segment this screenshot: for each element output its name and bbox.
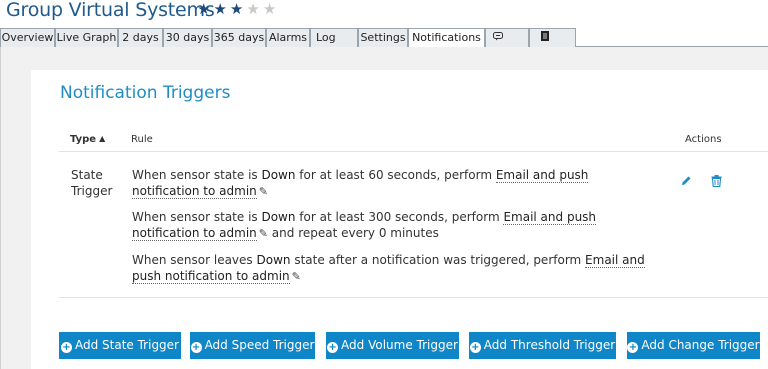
sort-ascending-icon: ▲ <box>99 134 106 143</box>
star-icon[interactable]: ★ <box>197 1 213 18</box>
column-header-type[interactable]: Type ▲ <box>70 134 105 145</box>
comment-icon <box>493 31 503 44</box>
edit-notification-icon[interactable]: ✎ <box>259 227 268 240</box>
star-icon[interactable]: ★ <box>246 1 262 18</box>
page-title: Group Virtual Systems <box>6 0 215 21</box>
trigger-rule: When sensor state is Down for at least 6… <box>132 167 652 200</box>
rule-state: Down <box>261 210 296 224</box>
star-icon[interactable]: ★ <box>213 1 229 18</box>
tab-bar: Overview Live Graph 2 days 30 days 365 d… <box>0 28 768 48</box>
history-icon <box>541 31 549 44</box>
tab-overview[interactable]: Overview <box>0 28 55 47</box>
rule-state: Down <box>261 168 296 182</box>
plus-circle-icon: + <box>327 342 339 353</box>
plus-circle-icon: + <box>60 342 72 353</box>
column-header-actions: Actions <box>685 134 722 145</box>
tab-settings[interactable]: Settings <box>358 28 408 47</box>
rule-text: and repeat every 0 minutes <box>267 226 439 240</box>
rule-text: state after a notification was triggered… <box>290 253 586 267</box>
rule-text: for at least 300 seconds, perform <box>295 210 504 224</box>
trigger-type-label: State <box>71 168 103 182</box>
trigger-rule: When sensor state is Down for at least 3… <box>132 209 652 242</box>
edit-trigger-icon[interactable] <box>681 174 692 189</box>
plus-circle-icon: + <box>190 342 202 353</box>
rule-state: Down <box>256 253 291 267</box>
star-icon[interactable]: ★ <box>263 1 279 18</box>
divider <box>59 297 768 298</box>
tab-365-days[interactable]: 365 days <box>212 28 266 47</box>
trigger-rule: When sensor leaves Down state after a no… <box>132 252 652 285</box>
panel-title: Notification Triggers <box>60 83 231 103</box>
tab-notifications[interactable]: Notifications <box>408 28 485 48</box>
button-label: Add Change Trigger <box>641 338 760 352</box>
button-label: Add Threshold Trigger <box>483 338 616 352</box>
rule-text: for at least 60 seconds, perform <box>295 168 496 182</box>
page-header: Group Virtual Systems ★★★★★ <box>0 0 768 28</box>
column-header-rule: Rule <box>131 134 153 145</box>
button-label: Add State Trigger <box>74 338 179 352</box>
tab-log[interactable]: Log <box>310 28 358 47</box>
tab-30-days[interactable]: 30 days <box>163 28 212 47</box>
star-icon[interactable]: ★ <box>230 1 246 18</box>
rule-text: When sensor state is <box>132 168 262 182</box>
divider <box>59 151 768 152</box>
column-header-type-label: Type <box>70 134 97 145</box>
tab-history[interactable] <box>529 28 576 47</box>
rule-text: When sensor state is <box>132 210 262 224</box>
tab-2-days[interactable]: 2 days <box>118 28 163 47</box>
edit-notification-icon[interactable]: ✎ <box>259 185 268 198</box>
tab-live-graph[interactable]: Live Graph <box>55 28 118 47</box>
rule-text: When sensor leaves <box>132 253 257 267</box>
button-label: Add Volume Trigger <box>341 338 458 352</box>
tab-comments[interactable] <box>485 28 529 47</box>
tab-alarms[interactable]: Alarms <box>266 28 310 47</box>
delete-trigger-icon[interactable] <box>711 174 722 188</box>
button-label: Add Speed Trigger <box>204 338 315 352</box>
trigger-type-cell: State Trigger <box>71 167 121 199</box>
add-speed-trigger-button[interactable]: + Add Speed Trigger <box>190 332 315 359</box>
edit-notification-icon[interactable]: ✎ <box>292 270 301 283</box>
add-change-trigger-button[interactable]: + Add Change Trigger <box>627 332 760 359</box>
plus-circle-icon: + <box>469 342 481 353</box>
add-state-trigger-button[interactable]: + Add State Trigger <box>59 332 181 359</box>
trigger-type-label: Trigger <box>71 184 113 198</box>
plus-circle-icon: + <box>627 342 639 353</box>
priority-rating[interactable]: ★★★★★ <box>197 0 279 18</box>
add-threshold-trigger-button[interactable]: + Add Threshold Trigger <box>469 332 616 359</box>
add-volume-trigger-button[interactable]: + Add Volume Trigger <box>326 332 459 359</box>
